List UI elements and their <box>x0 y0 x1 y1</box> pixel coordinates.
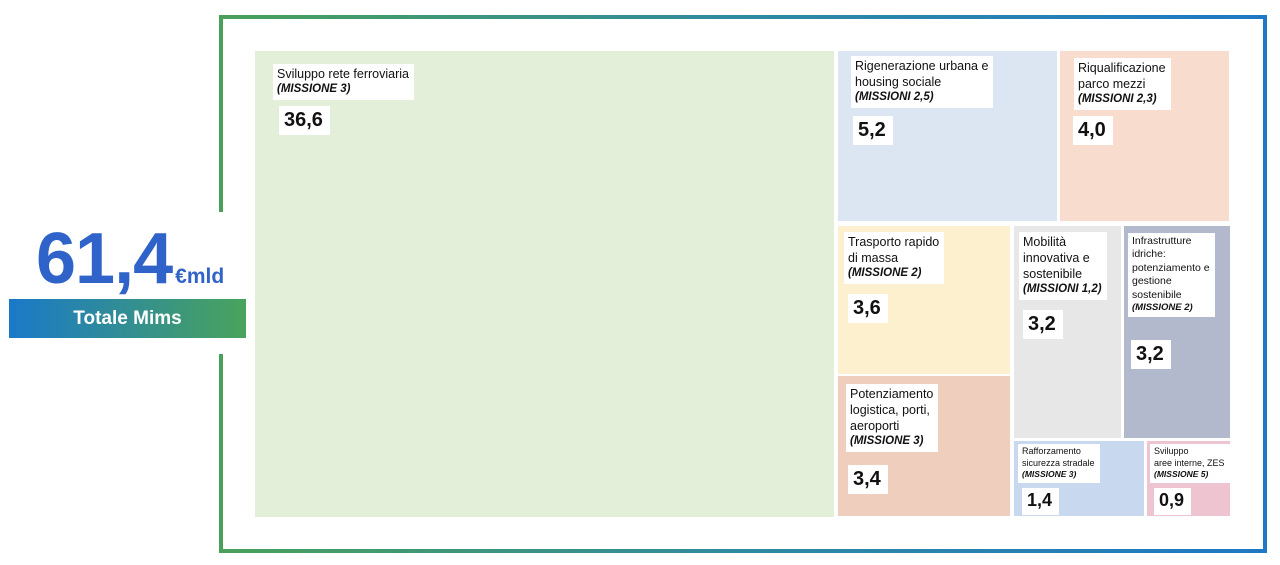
tile-value-idriche: 3,2 <box>1131 340 1171 369</box>
tile-label-line: sicurezza stradale <box>1022 457 1095 468</box>
tile-value-logistica: 3,4 <box>848 465 888 494</box>
tile-missione: (MISSIONI 1,2) <box>1023 283 1102 295</box>
tile-label-line: Rafforzamento <box>1022 446 1081 456</box>
tile-label-zes: Sviluppo aree interne, ZES (MISSIONE 5) <box>1150 444 1230 483</box>
tile-label-line: Potenziamento <box>850 387 934 401</box>
tile-label-line: sostenibile <box>1132 288 1182 301</box>
tile-label-line: Sviluppo <box>1154 446 1189 456</box>
treemap: Sviluppo rete ferroviaria (MISSIONE 3) 36,… <box>0 0 1280 565</box>
tile-missione: (MISSIONE 5) <box>1154 469 1209 480</box>
tile-label-line: sostenibile <box>1023 267 1083 281</box>
tile-value-ferrovie: 36,6 <box>279 106 330 135</box>
tile-label-idriche: Infrastrutture idriche: potenziamento e ges… <box>1128 233 1215 318</box>
tile-value-sicurezza: 1,4 <box>1022 488 1060 515</box>
tile-label-sicurezza: Rafforzamento sicurezza stradale (MISSIONE… <box>1018 444 1100 483</box>
tile-value-parco-mezzi: 4,0 <box>1073 116 1113 145</box>
tile-missione: (MISSIONE 3) <box>1022 469 1077 480</box>
tile-label-line: parco mezzi <box>1078 77 1146 91</box>
tile-label-line: potenziamento e <box>1132 261 1210 274</box>
tile-label-line: di massa <box>848 251 899 265</box>
tile-label-line: Trasporto rapido <box>848 235 940 249</box>
tile-label-trasporto-rapido: Trasporto rapido di massa (MISSIONE 2) <box>844 232 945 284</box>
tile-label-line: logistica, porti, <box>850 403 930 417</box>
tile-label-line: aeroporti <box>850 419 900 433</box>
tile-value-trasporto-rapido: 3,6 <box>848 294 888 323</box>
tile-missione: (MISSIONI 2,3) <box>1078 93 1157 105</box>
tile-label-line: aree interne, ZES <box>1154 457 1225 468</box>
tile-label-line: housing sociale <box>855 75 942 89</box>
tile-missione: (MISSIONE 3) <box>277 83 351 95</box>
tile-label-line: gestione <box>1132 275 1172 288</box>
tile-label-line: Sviluppo rete ferroviaria <box>277 67 410 81</box>
tile-missione: (MISSIONI 2,5) <box>855 91 934 103</box>
tile-value-zes: 0,9 <box>1154 488 1192 515</box>
tile-label-line: idriche: <box>1132 248 1166 261</box>
treemap-tile-ferrovie <box>255 51 834 517</box>
tile-missione: (MISSIONE 2) <box>1132 302 1193 314</box>
tile-missione: (MISSIONE 3) <box>850 435 924 447</box>
tile-label-rigenerazione: Rigenerazione urbana e housing sociale (MI… <box>851 56 994 108</box>
tile-label-ferrovie: Sviluppo rete ferroviaria (MISSIONE 3) <box>273 64 415 100</box>
tile-label-mobilita: Mobilità innovativa e sostenibile (MISSIONI… <box>1019 232 1107 300</box>
tile-label-line: Rigenerazione urbana e <box>855 59 989 73</box>
tile-label-parco-mezzi: Riqualificazione parco mezzi (MISSIONI 2,3… <box>1074 58 1171 110</box>
tile-value-rigenerazione: 5,2 <box>853 116 893 145</box>
tile-value-mobilita: 3,2 <box>1023 310 1063 339</box>
tile-missione: (MISSIONE 2) <box>848 267 922 279</box>
tile-label-line: innovativa e <box>1023 251 1090 265</box>
tile-label-line: Riqualificazione <box>1078 61 1166 75</box>
tile-label-logistica: Potenziamento logistica, porti, aeroporti (… <box>846 384 939 452</box>
tile-label-line: Mobilità <box>1023 235 1067 249</box>
tile-label-line: Infrastrutture <box>1132 235 1192 247</box>
